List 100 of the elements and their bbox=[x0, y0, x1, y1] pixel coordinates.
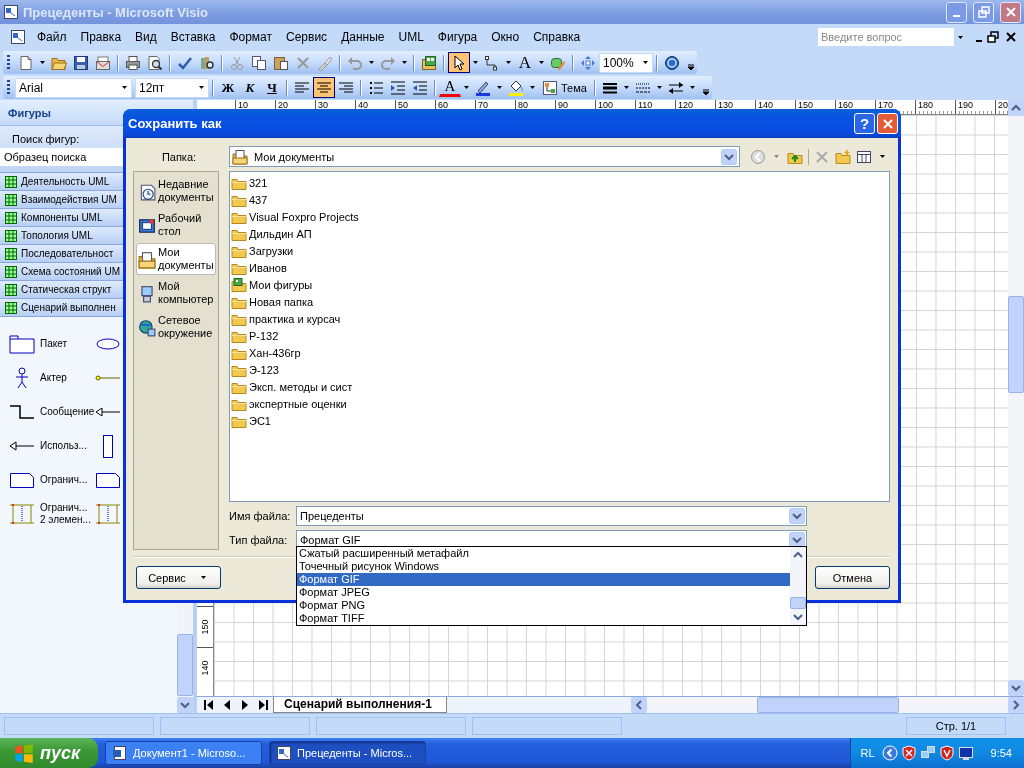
file-item[interactable]: 321 bbox=[231, 174, 888, 191]
font-color-button[interactable]: A bbox=[439, 78, 461, 97]
restore-icon[interactable] bbox=[985, 29, 1001, 45]
underline-button[interactable]: Ч bbox=[261, 77, 283, 98]
minimize-icon[interactable] bbox=[975, 39, 983, 43]
shield-icon[interactable] bbox=[938, 745, 955, 761]
file-item[interactable]: 437 bbox=[231, 191, 888, 208]
file-type-option[interactable]: Формат JPEG bbox=[297, 586, 790, 599]
line-color-icon[interactable] bbox=[475, 79, 491, 96]
menu-item[interactable]: Окно bbox=[484, 28, 527, 46]
restore-button[interactable] bbox=[973, 1, 994, 23]
menu-item[interactable]: Сервис bbox=[279, 28, 335, 46]
font-size-field[interactable]: 12пт bbox=[135, 77, 209, 98]
scroll-left-icon[interactable] bbox=[631, 697, 647, 713]
monitor-icon[interactable] bbox=[957, 745, 974, 761]
save-icon[interactable] bbox=[73, 54, 89, 71]
indent-icon[interactable] bbox=[390, 79, 406, 96]
caret-icon[interactable] bbox=[497, 86, 502, 89]
text-tool-button[interactable]: A bbox=[514, 52, 536, 73]
vertical-scrollbar[interactable] bbox=[1008, 100, 1024, 696]
envelope-icon[interactable] bbox=[95, 54, 111, 71]
caret-icon[interactable] bbox=[880, 155, 885, 158]
scroll-right-icon[interactable] bbox=[1008, 697, 1024, 713]
font-field[interactable]: Arial bbox=[15, 77, 132, 98]
chevron-left-icon[interactable] bbox=[881, 745, 898, 761]
align-center-button[interactable] bbox=[313, 77, 335, 98]
folder-dropdown[interactable]: Мои документы bbox=[229, 146, 740, 167]
minimize-button[interactable] bbox=[946, 1, 967, 23]
caret-icon[interactable] bbox=[40, 61, 45, 64]
toolbar-options-icon[interactable] bbox=[701, 87, 710, 96]
caret-icon[interactable] bbox=[958, 35, 963, 39]
caret-icon[interactable] bbox=[199, 86, 204, 89]
file-type-option[interactable]: Формат PNG bbox=[297, 599, 790, 612]
help-search-field[interactable]: Введите вопрос bbox=[818, 28, 954, 46]
language-indicator[interactable]: RL bbox=[860, 747, 875, 759]
shape-label[interactable]: Использ... bbox=[36, 440, 94, 452]
bold-button[interactable]: Ж bbox=[217, 77, 239, 98]
file-item[interactable]: практика и курсач bbox=[231, 310, 888, 327]
scroll-thumb[interactable] bbox=[1008, 296, 1024, 393]
theme-button[interactable]: Тема bbox=[538, 79, 591, 96]
copy-icon[interactable] bbox=[251, 54, 267, 71]
taskbar-button[interactable]: Прецеденты - Micros... bbox=[269, 741, 426, 765]
file-item[interactable]: Загрузки bbox=[231, 242, 888, 259]
new-document-icon[interactable] bbox=[18, 54, 34, 71]
file-item[interactable]: Эксп. методы и сист bbox=[231, 378, 888, 395]
start-button[interactable]: пуск bbox=[0, 738, 98, 768]
caret-icon[interactable] bbox=[464, 86, 469, 89]
zoom-field[interactable]: 100% bbox=[599, 52, 653, 73]
back-icon[interactable] bbox=[750, 148, 766, 165]
tools-menu-button[interactable]: Сервис bbox=[136, 566, 221, 589]
file-item[interactable]: Новая папка bbox=[231, 293, 888, 310]
close-button[interactable] bbox=[1000, 1, 1021, 23]
package-icon[interactable] bbox=[8, 332, 36, 356]
shape-label[interactable]: Пакет bbox=[36, 338, 94, 350]
caret-icon[interactable] bbox=[656, 86, 662, 89]
scroll-thumb[interactable] bbox=[757, 697, 899, 713]
menu-item[interactable]: UML bbox=[391, 28, 431, 46]
caret-icon[interactable] bbox=[530, 86, 535, 89]
outdent-icon[interactable] bbox=[412, 79, 428, 96]
place-item[interactable]: Мои документы bbox=[136, 243, 216, 275]
scroll-up-icon[interactable] bbox=[1008, 100, 1024, 116]
new-folder-icon[interactable] bbox=[835, 148, 851, 165]
file-item[interactable]: Э-123 bbox=[231, 361, 888, 378]
file-item[interactable]: Дильдин АП bbox=[231, 225, 888, 242]
printer-icon[interactable] bbox=[125, 54, 141, 71]
fill-bucket-icon[interactable] bbox=[508, 79, 524, 96]
cancel-button[interactable]: Отмена bbox=[815, 566, 890, 589]
file-item[interactable]: Иванов bbox=[231, 259, 888, 276]
shape-label[interactable]: Огранич... bbox=[36, 474, 94, 486]
list-scrollbar[interactable] bbox=[790, 547, 806, 625]
caret-icon[interactable] bbox=[402, 61, 407, 64]
file-type-option[interactable]: Точечный рисунок Windows bbox=[297, 560, 790, 573]
pan-icon[interactable] bbox=[580, 54, 596, 71]
file-item[interactable]: ЭС1 bbox=[231, 412, 888, 429]
line-ends-icon[interactable] bbox=[667, 79, 684, 96]
menu-item[interactable]: Формат bbox=[222, 28, 280, 46]
menu-item[interactable]: Правка bbox=[73, 28, 129, 46]
file-item[interactable]: Хан-436гр bbox=[231, 344, 888, 361]
print-preview-icon[interactable] bbox=[147, 54, 163, 71]
paste-icon[interactable] bbox=[273, 54, 289, 71]
menu-item[interactable]: Вид bbox=[128, 28, 164, 46]
shape-label[interactable]: Актер bbox=[36, 372, 94, 384]
bullets-icon[interactable] bbox=[368, 79, 384, 96]
menu-item[interactable]: Справка bbox=[526, 28, 588, 46]
toolbar-options-icon[interactable] bbox=[687, 62, 695, 71]
caret-icon[interactable] bbox=[506, 61, 511, 64]
shapes-window-icon[interactable] bbox=[421, 54, 437, 71]
shape-label[interactable]: Сообщение bbox=[36, 406, 94, 418]
caret-icon[interactable] bbox=[643, 61, 648, 64]
scroll-down-icon[interactable] bbox=[1008, 680, 1024, 696]
caret-icon[interactable] bbox=[473, 61, 478, 64]
taskbar-button[interactable]: Документ1 - Microso... bbox=[105, 741, 262, 765]
shield-icon[interactable] bbox=[900, 745, 917, 761]
italic-button[interactable]: К bbox=[239, 77, 261, 98]
bracket-icon[interactable] bbox=[8, 502, 36, 526]
horizontal-scrollbar[interactable] bbox=[631, 697, 1024, 713]
help-icon[interactable] bbox=[664, 54, 680, 71]
scroll-thumb[interactable] bbox=[790, 597, 806, 609]
file-type-option[interactable]: Формат TIFF bbox=[297, 612, 790, 625]
menu-item[interactable]: Вставка bbox=[163, 28, 223, 46]
